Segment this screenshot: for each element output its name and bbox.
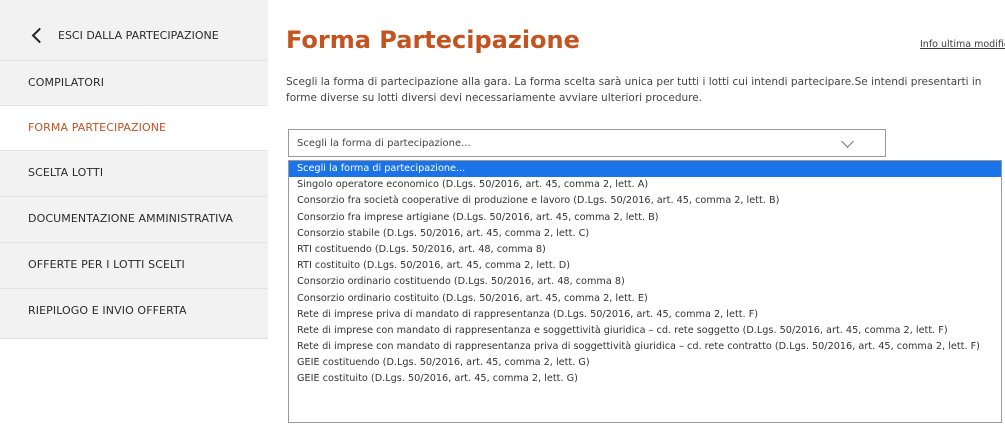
dropdown-option[interactable]: GEIE costituendo (D.Lgs. 50/2016, art. 4… (289, 355, 1001, 371)
page-title: Forma Partecipazione (286, 26, 580, 54)
sidebar-item-label: DOCUMENTAZIONE AMMINISTRATIVA (28, 212, 234, 225)
dropdown-option[interactable]: Rete di imprese priva di mandato di rapp… (289, 307, 1001, 323)
select-value: Scegli la forma di partecipazione... (297, 138, 471, 149)
info-last-modified-link[interactable]: Info ultima modifica (920, 39, 1005, 50)
dropdown-option[interactable]: Consorzio fra società cooperative di pro… (289, 193, 1001, 209)
sidebar-item-compilatori[interactable]: COMPILATORI (0, 60, 268, 105)
exit-participation-button[interactable]: ESCI DALLA PARTECIPAZIONE (0, 16, 268, 56)
dropdown-option[interactable]: Scegli la forma di partecipazione... (289, 161, 1001, 178)
sidebar-item-offerte-lotti[interactable]: OFFERTE PER I LOTTI SCELTI (0, 242, 268, 287)
sidebar-item-forma-partecipazione[interactable]: FORMA PARTECIPAZIONE (0, 105, 268, 150)
exit-participation-label: ESCI DALLA PARTECIPAZIONE (58, 29, 219, 42)
dropdown-option[interactable]: Consorzio fra imprese artigiane (D.Lgs. … (289, 210, 1001, 226)
sidebar-item-label: OFFERTE PER I LOTTI SCELTI (28, 258, 185, 271)
dropdown-option[interactable]: Rete di imprese con mandato di rappresen… (289, 339, 1001, 355)
dropdown-option[interactable]: Consorzio ordinario costituito (D.Lgs. 5… (289, 291, 1001, 307)
sidebar-item-label: FORMA PARTECIPAZIONE (28, 121, 167, 134)
dropdown-option[interactable]: RTI costituito (D.Lgs. 50/2016, art. 45,… (289, 258, 1001, 274)
chevron-down-icon (841, 135, 854, 148)
dropdown-option[interactable]: GEIE costituito (D.Lgs. 50/2016, art. 45… (289, 371, 1001, 387)
sidebar-item-label: SCELTA LOTTI (28, 166, 104, 179)
sidebar-item-riepilogo-invio[interactable]: RIEPILOGO E INVIO OFFERTA (0, 288, 268, 333)
participation-form-select[interactable]: Scegli la forma di partecipazione... (288, 129, 886, 157)
sidebar-item-label: RIEPILOGO E INVIO OFFERTA (28, 304, 187, 317)
sidebar-item-scelta-lotti[interactable]: SCELTA LOTTI (0, 150, 268, 195)
sidebar: ESCI DALLA PARTECIPAZIONE COMPILATORI FO… (0, 0, 268, 339)
dropdown-option[interactable]: RTI costituendo (D.Lgs. 50/2016, art. 48… (289, 242, 1001, 258)
participation-form-dropdown-list: Scegli la forma di partecipazione... Sin… (288, 160, 1002, 423)
dropdown-option[interactable]: Singolo operatore economico (D.Lgs. 50/2… (289, 177, 1001, 193)
dropdown-option[interactable]: Rete di imprese con mandato di rappresen… (289, 323, 1001, 339)
chevron-left-icon (31, 27, 48, 44)
dropdown-option[interactable]: Consorzio stabile (D.Lgs. 50/2016, art. … (289, 226, 1001, 242)
page-description: Scegli la forma di partecipazione alla g… (286, 76, 982, 104)
sidebar-item-documentazione-amministrativa[interactable]: DOCUMENTAZIONE AMMINISTRATIVA (0, 196, 268, 241)
dropdown-option[interactable]: Consorzio ordinario costituendo (D.Lgs. … (289, 274, 1001, 290)
sidebar-item-label: COMPILATORI (28, 76, 105, 89)
